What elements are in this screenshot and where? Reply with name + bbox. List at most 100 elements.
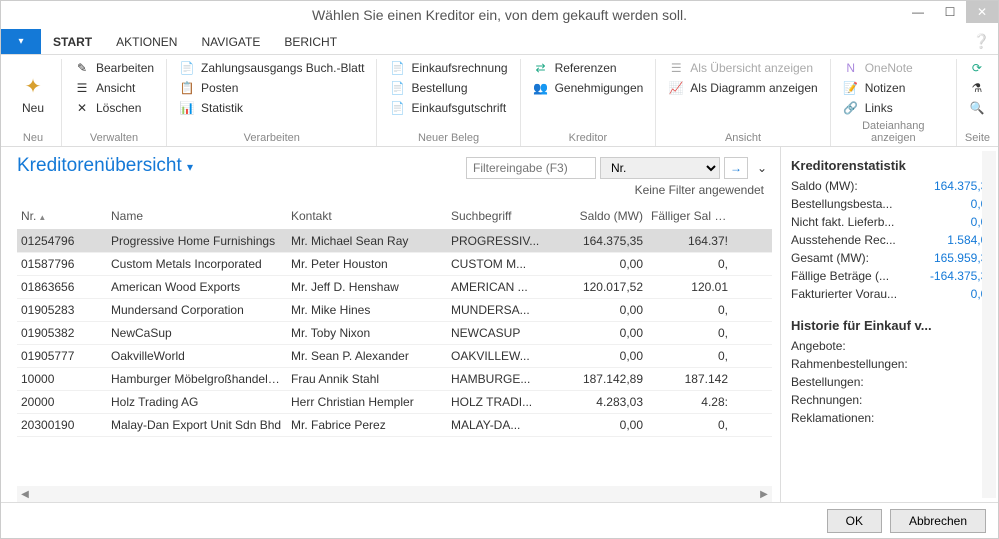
col-name[interactable]: Name: [107, 203, 287, 229]
cell-such: OAKVILLEW...: [447, 345, 557, 367]
cell-saldo: 187.142,89: [557, 368, 647, 390]
col-nr[interactable]: Nr.▲: [17, 203, 107, 229]
col-kontakt[interactable]: Kontakt: [287, 203, 447, 229]
cell-such: HAMBURGE...: [447, 368, 557, 390]
cell-kontakt: Mr. Sean P. Alexander: [287, 345, 447, 367]
table-row[interactable]: 20000Holz Trading AGHerr Christian Hempl…: [17, 391, 772, 414]
cell-nr: 20000: [17, 391, 107, 413]
credit-icon: 📄: [389, 100, 405, 116]
scroll-left-icon[interactable]: ◀: [17, 489, 33, 500]
sort-indicator-icon: ▲: [38, 213, 46, 222]
history-title[interactable]: Historie für Einkauf v...▴: [791, 313, 994, 337]
table-row[interactable]: 01863656American Wood ExportsMr. Jeff D.…: [17, 276, 772, 299]
filter-button[interactable]: ⚗: [965, 79, 989, 97]
statistik-button[interactable]: 📊Statistik: [175, 99, 368, 117]
cell-saldo: 164.375,35: [557, 230, 647, 252]
cell-faellig: 4.28:: [647, 391, 732, 413]
einkaufsrechnung-button[interactable]: 📄Einkaufsrechnung: [385, 59, 511, 77]
close-button[interactable]: ✕: [966, 1, 998, 23]
tab-bericht[interactable]: BERICHT: [272, 29, 349, 54]
bestellung-button[interactable]: 📄Bestellung: [385, 79, 511, 97]
maximize-button[interactable]: ☐: [934, 1, 966, 23]
stat-gesamt: Gesamt (MW):165.959,36: [791, 249, 994, 267]
notizen-button[interactable]: 📝Notizen: [839, 79, 917, 97]
hist-bestellungen: Bestellungen:: [791, 373, 994, 391]
horizontal-scrollbar[interactable]: ◀ ▶: [17, 486, 772, 502]
no-filter-label: Keine Filter angewendet: [17, 183, 772, 197]
tab-aktionen[interactable]: AKTIONEN: [104, 29, 189, 54]
search-icon: 🔍: [969, 100, 985, 116]
cell-saldo: 0,00: [557, 253, 647, 275]
als-uebersicht-button[interactable]: ☰Als Übersicht anzeigen: [664, 59, 821, 77]
tab-start[interactable]: START: [41, 29, 104, 54]
cell-kontakt: Mr. Mike Hines: [287, 299, 447, 321]
vendor-table: Nr.▲ Name Kontakt Suchbegriff Saldo (MW)…: [17, 203, 772, 502]
file-dropdown[interactable]: ▾: [1, 29, 41, 54]
refresh-icon: ⟳: [969, 60, 985, 76]
filter-input[interactable]: [466, 157, 596, 179]
table-body: 01254796Progressive Home FurnishingsMr. …: [17, 230, 772, 437]
ok-button[interactable]: OK: [827, 509, 882, 533]
col-suchbegriff[interactable]: Suchbegriff: [447, 203, 557, 229]
referenzen-button[interactable]: ⇄Referenzen: [529, 59, 648, 77]
neu-button[interactable]: ✦ Neu: [13, 59, 53, 130]
table-row[interactable]: 10000Hamburger Möbelgroßhandel G...Frau …: [17, 368, 772, 391]
stat-ausstehend: Ausstehende Rec...1.584,01: [791, 231, 994, 249]
stats-title[interactable]: Kreditorenstatistik▴: [791, 153, 994, 177]
bearbeiten-button[interactable]: ✎Bearbeiten: [70, 59, 158, 77]
posten-button[interactable]: 📋Posten: [175, 79, 368, 97]
onenote-icon: N: [843, 60, 859, 76]
table-row[interactable]: 20300190Malay-Dan Export Unit Sdn BhdMr.…: [17, 414, 772, 437]
vertical-scrollbar[interactable]: [982, 151, 996, 498]
scroll-right-icon[interactable]: ▶: [756, 489, 772, 500]
cell-kontakt: Mr. Peter Houston: [287, 253, 447, 275]
notes-icon: 📝: [843, 80, 859, 96]
order-icon: 📄: [389, 80, 405, 96]
cell-faellig: 120.01: [647, 276, 732, 298]
filter-go-button[interactable]: →: [724, 157, 748, 179]
cell-saldo: 0,00: [557, 322, 647, 344]
refresh-button[interactable]: ⟳: [965, 59, 989, 77]
als-diagramm-button[interactable]: 📈Als Diagramm anzeigen: [664, 79, 821, 97]
zahlungsausgang-button[interactable]: 📄Zahlungsausgangs Buch.-Blatt: [175, 59, 368, 77]
col-faellig[interactable]: Fälliger Sal (M: [647, 203, 732, 229]
filter-expand-button[interactable]: ⌄: [752, 161, 772, 175]
onenote-button[interactable]: NOneNote: [839, 59, 917, 77]
einkaufsgutschrift-button[interactable]: 📄Einkaufsgutschrift: [385, 99, 511, 117]
journal-icon: 📄: [179, 60, 195, 76]
ansicht-button[interactable]: ☰Ansicht: [70, 79, 158, 97]
edit-icon: ✎: [74, 60, 90, 76]
minimize-button[interactable]: —: [902, 1, 934, 23]
invoice-icon: 📄: [389, 60, 405, 76]
cell-name: Progressive Home Furnishings: [107, 230, 287, 252]
cell-faellig: 0,: [647, 322, 732, 344]
new-icon: ✦: [25, 74, 42, 99]
table-row[interactable]: 01905382NewCaSupMr. Toby NixonNEWCASUP0,…: [17, 322, 772, 345]
genehmigungen-button[interactable]: 👥Genehmigungen: [529, 79, 648, 97]
links-button[interactable]: 🔗Links: [839, 99, 917, 117]
table-row[interactable]: 01905283Mundersand CorporationMr. Mike H…: [17, 299, 772, 322]
table-row[interactable]: 01254796Progressive Home FurnishingsMr. …: [17, 230, 772, 253]
hist-angebote: Angebote:: [791, 337, 994, 355]
hist-rahmen: Rahmenbestellungen:: [791, 355, 994, 373]
table-header: Nr.▲ Name Kontakt Suchbegriff Saldo (MW)…: [17, 203, 772, 230]
cell-name: Hamburger Möbelgroßhandel G...: [107, 368, 287, 390]
cell-nr: 01863656: [17, 276, 107, 298]
tab-navigate[interactable]: NAVIGATE: [189, 29, 272, 54]
loeschen-button[interactable]: ✕Löschen: [70, 99, 158, 117]
cell-saldo: 0,00: [557, 299, 647, 321]
cell-nr: 01905283: [17, 299, 107, 321]
col-saldo[interactable]: Saldo (MW): [557, 203, 647, 229]
cell-kontakt: Frau Annik Stahl: [287, 368, 447, 390]
chart-icon: 📈: [668, 80, 684, 96]
cancel-button[interactable]: Abbrechen: [890, 509, 986, 533]
content-area: Kreditorenübersicht ▾ Nr. → ⌄ Keine Filt…: [1, 147, 998, 502]
cell-faellig: 0,: [647, 299, 732, 321]
help-icon[interactable]: ❔: [973, 29, 990, 54]
table-row[interactable]: 01587796Custom Metals IncorporatedMr. Pe…: [17, 253, 772, 276]
filter-field-select[interactable]: Nr.: [600, 157, 720, 179]
table-row[interactable]: 01905777OakvilleWorldMr. Sean P. Alexand…: [17, 345, 772, 368]
find-button[interactable]: 🔍: [965, 99, 989, 117]
links-icon: 🔗: [843, 100, 859, 116]
cell-such: NEWCASUP: [447, 322, 557, 344]
